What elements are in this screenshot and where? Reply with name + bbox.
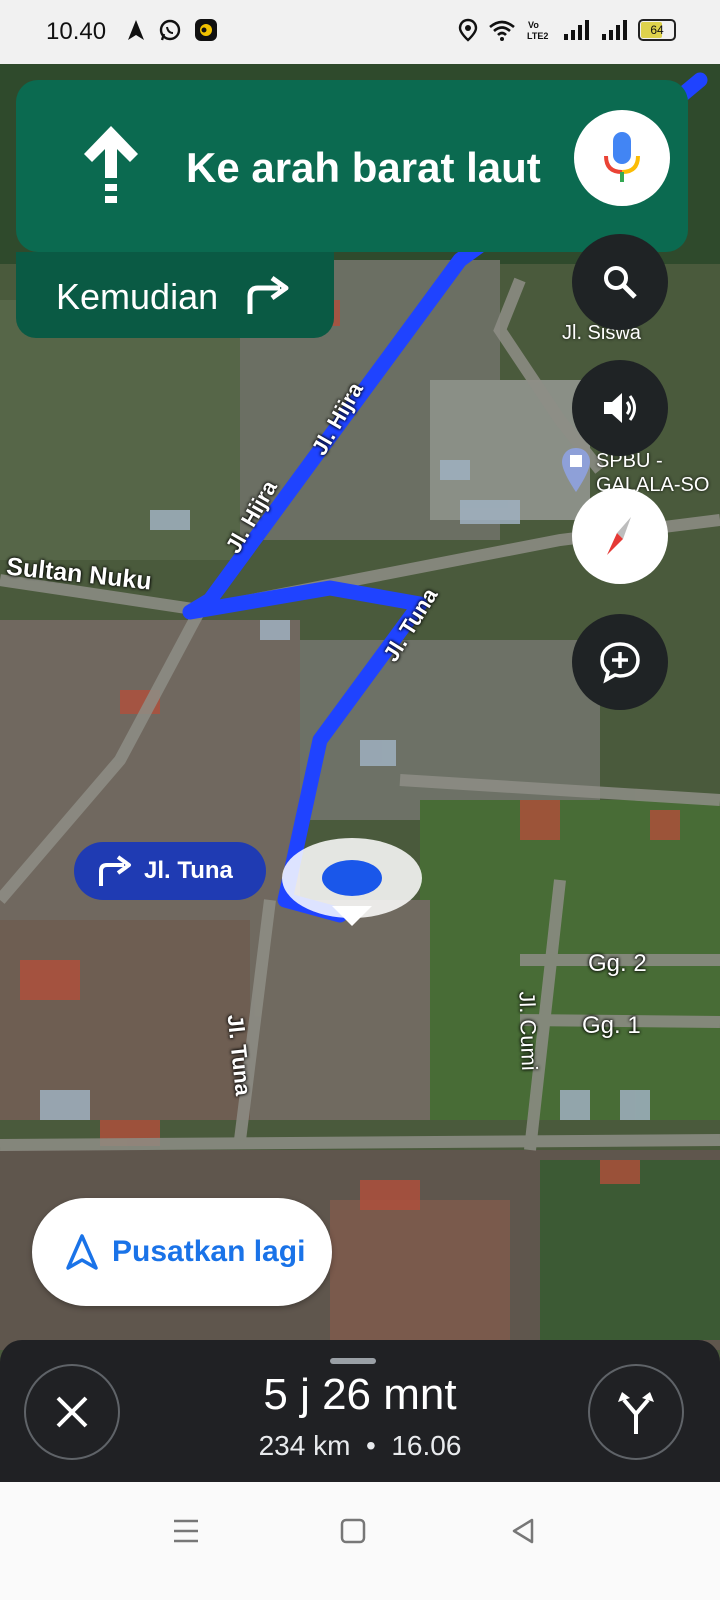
sound-button[interactable] — [572, 360, 668, 456]
status-left-icons — [126, 18, 218, 42]
microphone-icon — [604, 132, 640, 182]
status-time: 10.40 — [46, 18, 107, 45]
volte-icon: VoLTE2 — [527, 20, 548, 41]
next-step-card[interactable]: Kemudian — [16, 252, 334, 338]
navigation-arrow-icon — [66, 1234, 98, 1270]
road-label: Gg. 2 — [588, 950, 647, 977]
battery-indicator: 64 — [638, 19, 676, 41]
volume-icon — [604, 393, 636, 423]
home-icon[interactable] — [340, 1518, 366, 1544]
compass-icon — [607, 517, 631, 555]
drag-handle[interactable] — [330, 1358, 376, 1364]
svg-text:LTE2: LTE2 — [527, 31, 548, 41]
add-report-icon — [600, 642, 640, 684]
fork-route-icon — [618, 1392, 654, 1434]
back-icon[interactable] — [510, 1518, 536, 1544]
signal-icon — [564, 20, 589, 40]
voice-search-button[interactable] — [574, 110, 670, 206]
search-icon — [604, 266, 637, 299]
location-icon — [458, 18, 478, 42]
road-label: Gg. 1 — [582, 1012, 641, 1039]
turn-right-icon — [247, 275, 289, 314]
status-bar: 10.40 Vo LTE2 64 — [0, 0, 720, 64]
turn-street-label: Jl. Tuna — [144, 857, 233, 884]
search-button[interactable] — [572, 234, 668, 330]
then-label: Kemudian — [56, 276, 219, 317]
turn-instruction-pill[interactable]: Jl. Tuna — [74, 842, 266, 900]
direction-text: Ke arah barat laut — [186, 144, 541, 191]
recenter-button[interactable]: Pusatkan lagi — [32, 1198, 332, 1306]
app-icon — [195, 19, 217, 41]
trip-summary-panel[interactable]: 5 j 26 mnt 234 km • 16.06 — [0, 1340, 720, 1482]
svg-text:Vo: Vo — [528, 20, 539, 30]
turn-right-icon — [99, 855, 131, 886]
signal-icon — [602, 20, 627, 40]
direction-card[interactable]: Ke arah barat laut — [16, 80, 688, 252]
arrival-time: 16.06 — [391, 1430, 462, 1461]
wifi-icon — [489, 20, 515, 41]
compass-button[interactable] — [572, 488, 668, 584]
recenter-label: Pusatkan lagi — [112, 1235, 306, 1268]
alternate-routes-button[interactable] — [588, 1364, 684, 1460]
separator: • — [365, 1430, 376, 1461]
arrow-up-icon — [84, 126, 138, 203]
system-navigation-bar — [0, 1482, 720, 1600]
navigation-icon — [128, 20, 144, 40]
menu-icon[interactable] — [172, 1518, 200, 1544]
add-report-button[interactable] — [572, 614, 668, 710]
whatsapp-icon — [159, 19, 181, 41]
trip-distance: 234 km — [258, 1430, 351, 1461]
status-right-icons: Vo LTE2 64 — [458, 18, 676, 42]
road-label: Jl. Cumi — [514, 990, 543, 1072]
